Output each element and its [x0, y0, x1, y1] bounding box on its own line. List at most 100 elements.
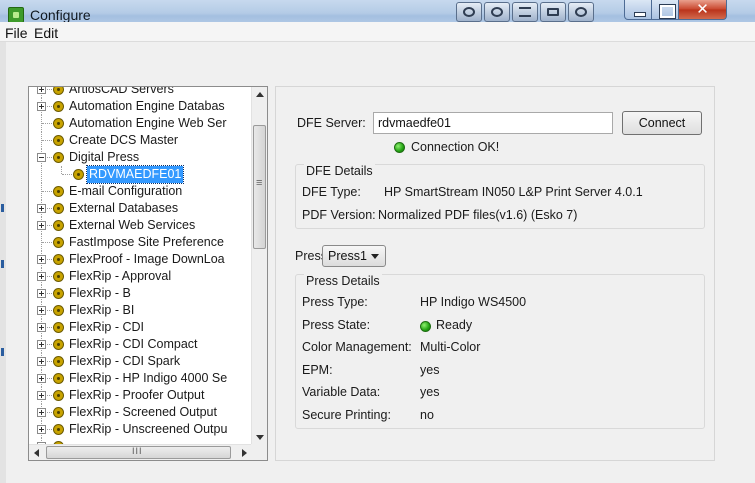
menu-bar: File Edit [0, 22, 755, 42]
tree-item[interactable]: FlexRip - Approval [29, 268, 253, 285]
expand-icon[interactable] [37, 255, 46, 264]
tree-item[interactable]: FlexRip - CDI [29, 319, 253, 336]
tree-item[interactable]: FlexRip - CDI Spark [29, 353, 253, 370]
tray-swirl-icon[interactable] [484, 2, 510, 22]
gear-icon [53, 87, 64, 95]
press-detail-value: yes [420, 362, 440, 377]
dfe-details-group: DFE Details DFE Type: HP SmartStream IN0… [295, 164, 705, 229]
window-title: Configure [30, 7, 91, 23]
press-detail-value: yes [420, 385, 440, 399]
tree-item[interactable]: FastImpose Site Preference [29, 234, 253, 251]
tree-item[interactable]: Create DCS Master [29, 132, 253, 149]
tree-item[interactable]: FlexRip - BI [29, 302, 253, 319]
scroll-down-icon[interactable] [256, 435, 264, 440]
tree-item-label: FlexRip - Screened Output [69, 405, 217, 419]
press-detail-value: HP Indigo WS4500 [420, 295, 527, 309]
press-detail-value: no [420, 407, 434, 422]
tree-connector [42, 191, 52, 192]
minimize-button[interactable] [624, 0, 652, 20]
tree-item[interactable]: FlexRip - Unscreened Outpu [29, 421, 253, 438]
tree-item[interactable]: Digital Press [29, 149, 253, 166]
configure-window: Configure ✕ File Edit ArtiosCAD Servers A… [0, 0, 755, 483]
tray-layers-icon[interactable] [512, 2, 538, 22]
connection-status-icon [394, 142, 405, 153]
tree-item[interactable]: FlexRip - B [29, 285, 253, 302]
tree-item-label: FlexRip - CDI Spark [69, 354, 181, 368]
tree-item[interactable]: Automation Engine Web Ser [29, 115, 253, 132]
configuration-tree[interactable]: ArtiosCAD Servers Automation Engine Datab… [28, 86, 268, 461]
gear-icon [53, 254, 64, 265]
tree-item[interactable]: FlexProof - Image DownLoa [29, 251, 253, 268]
press-detail-value: Multi-Color [420, 340, 481, 354]
expand-icon[interactable] [37, 221, 46, 230]
tree-item[interactable]: External Web Services [29, 217, 253, 234]
expand-icon[interactable] [37, 340, 46, 349]
menu-edit[interactable]: Edit [34, 25, 58, 41]
expand-icon[interactable] [37, 87, 46, 94]
press-detail-label: Secure Printing: [302, 407, 391, 422]
expand-icon[interactable] [37, 425, 46, 434]
tree-item-label: FlexRip - CDI [69, 320, 145, 334]
tree-item-label: External Databases [69, 201, 179, 215]
gear-icon [53, 390, 64, 401]
scroll-left-icon[interactable] [34, 449, 39, 457]
scroll-thumb[interactable] [253, 125, 266, 249]
dfe-server-input[interactable] [373, 112, 613, 134]
dfe-server-label: DFE Server: [297, 116, 366, 130]
tree-item[interactable]: FlexRip - Screened Output [29, 404, 253, 421]
tree-list: ArtiosCAD Servers Automation Engine Datab… [29, 87, 253, 455]
tree-item[interactable]: FlexRip - Proofer Output [29, 387, 253, 404]
gear-icon [53, 203, 64, 214]
gear-icon [53, 322, 64, 333]
dfe-details-title: DFE Details [304, 164, 375, 178]
expand-icon[interactable] [37, 306, 46, 315]
tray-record-icon-2[interactable] [568, 2, 594, 22]
gear-icon [53, 237, 64, 248]
tray-display-icon[interactable] [540, 2, 566, 22]
menu-file[interactable]: File [5, 25, 28, 41]
scroll-up-icon[interactable] [256, 92, 264, 97]
tree-item[interactable]: Automation Engine Databas [29, 98, 253, 115]
tree-horizontal-scrollbar[interactable]: III [29, 444, 253, 460]
tree-item-label: FastImpose Site Preference [69, 235, 224, 249]
expand-icon[interactable] [37, 357, 46, 366]
tree-item[interactable]: ArtiosCAD Servers [29, 87, 253, 98]
tree-item-label: FlexRip - B [69, 286, 131, 300]
gear-icon [53, 305, 64, 316]
expand-icon[interactable] [37, 374, 46, 383]
press-select[interactable]: Press1 [322, 245, 386, 267]
tree-item[interactable]: FlexRip - CDI Compact [29, 336, 253, 353]
horizontal-scroll-thumb[interactable]: III [46, 446, 231, 459]
expand-icon[interactable] [37, 391, 46, 400]
expand-icon[interactable] [37, 289, 46, 298]
gear-icon [53, 135, 64, 146]
gear-icon [53, 424, 64, 435]
expand-icon[interactable] [37, 323, 46, 332]
scroll-right-icon[interactable] [242, 449, 247, 457]
gear-icon [53, 288, 64, 299]
gear-icon [53, 339, 64, 350]
maximize-button[interactable] [652, 0, 679, 20]
expand-icon[interactable] [37, 102, 46, 111]
gear-icon [53, 271, 64, 282]
expand-icon[interactable] [37, 204, 46, 213]
tree-item-label: FlexRip - Approval [69, 269, 172, 283]
gear-icon [73, 169, 84, 180]
connect-button[interactable]: Connect [622, 111, 702, 135]
tree-item[interactable]: E-mail Configuration [29, 183, 253, 200]
tree-item[interactable]: FlexRip - HP Indigo 4000 Se [29, 370, 253, 387]
tree-item-label: FlexRip - BI [69, 303, 135, 317]
expand-icon[interactable] [37, 408, 46, 417]
pdf-version-label: PDF Version: [302, 208, 376, 222]
expand-icon[interactable] [37, 272, 46, 281]
tree-item[interactable]: External Databases [29, 200, 253, 217]
press-detail-label: Press Type: [302, 295, 368, 309]
collapse-icon[interactable] [37, 153, 46, 162]
tree-item-selected[interactable]: RDVMAEDFE01 [29, 165, 253, 184]
tree-vertical-scrollbar[interactable] [251, 87, 267, 446]
tree-connector [42, 140, 52, 141]
press-selected-value: Press1 [328, 249, 367, 263]
close-button[interactable]: ✕ [679, 0, 727, 20]
taskbar-tray [456, 2, 594, 22]
tray-record-icon[interactable] [456, 2, 482, 22]
